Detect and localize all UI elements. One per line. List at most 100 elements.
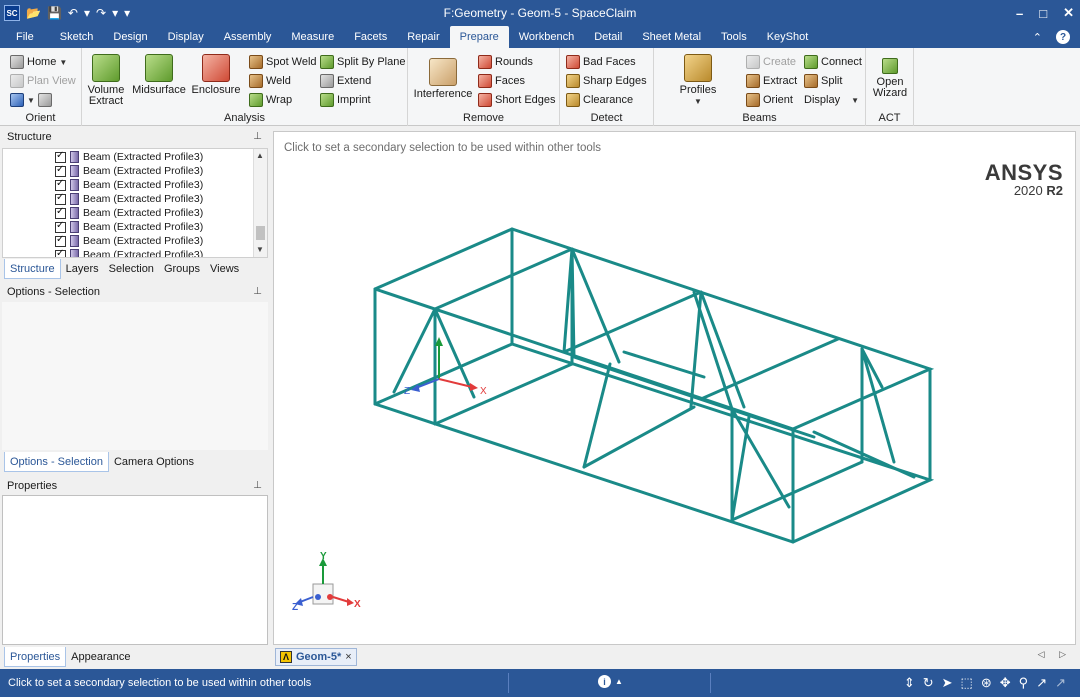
pin-icon[interactable]: ⊥	[253, 128, 262, 146]
spin-icon[interactable]: ⇕	[904, 675, 915, 691]
pin-icon[interactable]: ⊥	[253, 477, 262, 495]
view-cube-button[interactable]: ▼	[10, 91, 52, 109]
save-icon[interactable]: 💾	[47, 6, 62, 20]
split-beam-button[interactable]: Split	[804, 72, 842, 90]
spot-weld-button[interactable]: Spot Weld	[249, 53, 317, 71]
tree-item[interactable]: Beam (Extracted Profile3)	[55, 178, 203, 192]
tab-options-selection[interactable]: Options - Selection	[4, 452, 109, 472]
extract-beam-button[interactable]: Extract	[746, 72, 797, 90]
tab-display[interactable]: Display	[158, 26, 214, 48]
scroll-up-icon[interactable]: ▲	[256, 151, 264, 160]
pin-icon[interactable]: ⊥	[253, 283, 262, 301]
app-icon[interactable]: SC	[4, 5, 20, 21]
tab-selection[interactable]: Selection	[104, 259, 159, 279]
zoom-icon[interactable]	[37, 93, 52, 107]
tab-sketch[interactable]: Sketch	[50, 26, 104, 48]
checkbox[interactable]	[55, 150, 66, 163]
rounds-button[interactable]: Rounds	[478, 53, 533, 71]
tab-assembly[interactable]: Assembly	[214, 26, 282, 48]
chevron-up-icon[interactable]: ▲	[615, 677, 623, 686]
tab-keyshot[interactable]: KeyShot	[757, 26, 819, 48]
close-button[interactable]: ✕	[1063, 5, 1074, 21]
checkbox[interactable]	[55, 164, 66, 177]
tab-views[interactable]: Views	[205, 259, 244, 279]
imprint-button[interactable]: Imprint	[320, 91, 371, 109]
wrap-button[interactable]: Wrap	[249, 91, 292, 109]
tree-scrollbar[interactable]: ▲ ▼	[253, 149, 267, 257]
interference-button[interactable]: Interference	[414, 58, 472, 100]
tab-workbench[interactable]: Workbench	[509, 26, 584, 48]
tree-item[interactable]: Beam (Extracted Profile3)	[55, 248, 203, 257]
measure-icon[interactable]: ↗	[1036, 675, 1047, 691]
scroll-down-icon[interactable]: ▼	[256, 245, 264, 254]
tab-measure[interactable]: Measure	[281, 26, 344, 48]
orbit-icon[interactable]: ⊛	[981, 675, 992, 691]
tree-item[interactable]: Beam (Extracted Profile3)	[55, 192, 203, 206]
open-icon[interactable]: 📂	[26, 6, 41, 20]
rotate-icon[interactable]: ↻	[923, 675, 934, 691]
faces-button[interactable]: Faces	[478, 72, 525, 90]
tab-properties[interactable]: Properties	[4, 647, 67, 667]
tab-camera-options[interactable]: Camera Options	[109, 452, 199, 472]
bad-faces-button[interactable]: Bad Faces	[566, 53, 636, 71]
tree-item[interactable]: Beam (Extracted Profile3)	[55, 164, 203, 178]
weld-button[interactable]: Weld	[249, 72, 291, 90]
sharp-edges-button[interactable]: Sharp Edges	[566, 72, 647, 90]
pan-icon[interactable]: ✥	[1000, 675, 1011, 691]
tab-sheet-metal[interactable]: Sheet Metal	[632, 26, 711, 48]
customize-qa-icon[interactable]: ▾	[124, 6, 130, 20]
checkbox[interactable]	[55, 248, 66, 257]
home-button[interactable]: Home ▼	[10, 53, 67, 71]
plan-view-button[interactable]: Plan View	[10, 72, 76, 90]
global-axis-triad[interactable]	[295, 558, 354, 606]
status-info[interactable]: i ▲	[598, 675, 623, 688]
undo-icon[interactable]: ↶	[68, 6, 78, 20]
midsurface-button[interactable]: Midsurface	[132, 54, 186, 96]
document-nav-arrows[interactable]: ◁ ▷	[1038, 649, 1072, 660]
graphics-viewport[interactable]: Click to set a secondary selection to be…	[273, 131, 1076, 645]
tab-detail[interactable]: Detail	[584, 26, 632, 48]
tab-appearance[interactable]: Appearance	[66, 647, 135, 667]
close-icon[interactable]: ×	[345, 651, 351, 663]
scroll-thumb[interactable]	[256, 226, 265, 240]
checkbox[interactable]	[55, 206, 66, 219]
tab-design[interactable]: Design	[103, 26, 157, 48]
create-beam-button[interactable]: Create	[746, 53, 796, 71]
tab-facets[interactable]: Facets	[344, 26, 397, 48]
beam-frame-model[interactable]: X Z Y X Z	[274, 132, 1075, 644]
tab-prepare[interactable]: Prepare	[449, 26, 509, 48]
connect-beam-button[interactable]: Connect	[804, 53, 862, 71]
select-cursor-icon[interactable]: ➤	[942, 675, 953, 691]
tab-groups[interactable]: Groups	[159, 259, 205, 279]
sketch-icon[interactable]: ↗	[1055, 675, 1066, 691]
redo-dropdown-icon[interactable]: ▾	[112, 6, 118, 20]
tree-item[interactable]: Beam (Extracted Profile3)	[55, 234, 203, 248]
collapse-ribbon-icon[interactable]: ⌃	[1033, 31, 1042, 44]
checkbox[interactable]	[55, 220, 66, 233]
maximize-button[interactable]: □	[1039, 6, 1047, 21]
undo-dropdown-icon[interactable]: ▾	[84, 6, 90, 20]
tree-item[interactable]: Beam (Extracted Profile3)	[55, 206, 203, 220]
short-edges-button[interactable]: Short Edges	[478, 91, 556, 109]
extend-button[interactable]: Extend	[320, 72, 371, 90]
split-by-plane-button[interactable]: Split By Plane	[320, 53, 405, 71]
profiles-button[interactable]: Profiles ▼	[678, 54, 718, 107]
tab-tools[interactable]: Tools	[711, 26, 757, 48]
info-icon[interactable]: i	[598, 675, 611, 688]
open-wizard-button[interactable]: Open Wizard	[870, 58, 910, 99]
checkbox[interactable]	[55, 192, 66, 205]
tab-repair[interactable]: Repair	[397, 26, 449, 48]
box-select-icon[interactable]: ⬚	[961, 675, 973, 691]
checkbox[interactable]	[55, 178, 66, 191]
tree-item[interactable]: Beam (Extracted Profile3)	[55, 220, 203, 234]
tab-file[interactable]: File	[0, 26, 50, 48]
tab-layers[interactable]: Layers	[61, 259, 104, 279]
orient-beam-button[interactable]: Orient	[746, 91, 793, 109]
display-beam-button[interactable]: Display ▼	[804, 91, 859, 109]
enclosure-button[interactable]: Enclosure	[192, 54, 240, 96]
redo-icon[interactable]: ↷	[96, 6, 106, 20]
document-tab-geom5[interactable]: Λ Geom-5* ×	[275, 648, 357, 666]
tab-structure[interactable]: Structure	[4, 259, 61, 279]
minimize-button[interactable]: –	[1016, 6, 1023, 21]
checkbox[interactable]	[55, 234, 66, 247]
